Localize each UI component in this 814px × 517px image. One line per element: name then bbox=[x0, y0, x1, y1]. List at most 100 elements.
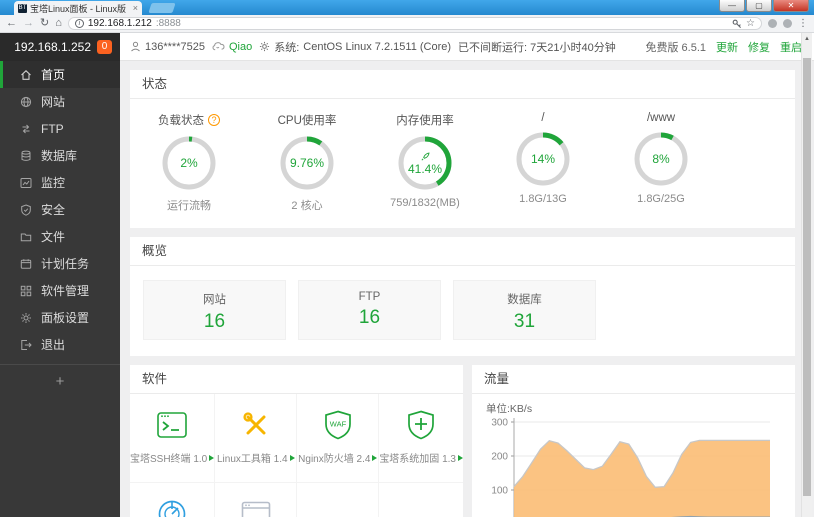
server-ip: 192.168.1.252 bbox=[14, 40, 91, 54]
sites-card[interactable]: 网站 16 bbox=[143, 280, 286, 340]
minimize-button[interactable]: — bbox=[719, 0, 745, 12]
page-scrollbar[interactable]: ▲ bbox=[801, 33, 812, 517]
waf-shield-icon: WAF bbox=[324, 410, 351, 440]
extension-icon[interactable] bbox=[768, 19, 777, 28]
database-icon bbox=[21, 150, 31, 161]
screen: BT 宝塔Linux面板 - Linux版 × — ▢ ✕ ← → ↻ ⌂ i … bbox=[0, 0, 814, 517]
restart-link[interactable]: 重启 bbox=[780, 39, 802, 55]
app-nginx-waf[interactable]: WAF Nginx防火墙 2.4 bbox=[297, 394, 380, 483]
memory-value: 41.4% bbox=[407, 161, 443, 176]
sidebar-item-app-store[interactable]: 软件管理 bbox=[0, 277, 120, 304]
sidebar-add-button[interactable]: + bbox=[0, 364, 120, 390]
load-subtitle: 运行流畅 bbox=[167, 200, 211, 212]
update-link[interactable]: 更新 bbox=[716, 39, 738, 55]
traffic-panel: 流量 单位:KB/s 100 200 300 bbox=[472, 365, 795, 517]
traffic-panel-title: 流量 bbox=[472, 365, 795, 394]
disk-root-value: 14% bbox=[530, 152, 556, 166]
database-card[interactable]: 数据库 31 bbox=[453, 280, 596, 340]
calendar-icon bbox=[20, 258, 32, 269]
sidebar-item-home[interactable]: 首页 bbox=[0, 61, 120, 88]
open-icon bbox=[458, 454, 463, 461]
help-icon[interactable]: ? bbox=[208, 114, 220, 126]
sidebar-item-cron[interactable]: 计划任务 bbox=[0, 250, 120, 277]
overview-panel: 概览 网站 16 FTP 16 数据库 31 bbox=[130, 237, 795, 356]
software-panel-title: 软件 bbox=[130, 365, 463, 394]
refresh-icon[interactable]: ↻ bbox=[40, 18, 49, 29]
address-bar[interactable]: i 192.168.1.212 :8888 ☆ bbox=[67, 17, 762, 30]
ftp-card[interactable]: FTP 16 bbox=[298, 280, 441, 340]
app-system-hardening[interactable]: 宝塔系统加固 1.3 bbox=[379, 394, 463, 483]
memory-subtitle: 759/1832(MB) bbox=[390, 197, 460, 209]
browser-titlebar: BT 宝塔Linux面板 - Linux版 × — ▢ ✕ bbox=[0, 0, 814, 15]
logout-icon bbox=[21, 339, 32, 350]
scrollbar-thumb[interactable] bbox=[803, 58, 811, 496]
forward-icon[interactable]: → bbox=[23, 18, 34, 29]
sidebar-item-monitor[interactable]: 监控 bbox=[0, 169, 120, 196]
repair-link[interactable]: 修复 bbox=[748, 39, 770, 55]
system-info: 系统: CentOS Linux 7.2.1511 (Core) bbox=[259, 39, 451, 55]
svg-text:200: 200 bbox=[491, 452, 508, 463]
software-panel: 软件 宝塔SSH终端 1.0 Linux工具箱 1.4 WAF Nginx防火墙… bbox=[130, 365, 463, 517]
scroll-up-icon[interactable]: ▲ bbox=[802, 33, 812, 45]
terminal-icon bbox=[157, 412, 187, 438]
folder-icon bbox=[20, 233, 32, 241]
disk-www-gauge: /www 8% 1.8G/25G bbox=[602, 112, 720, 213]
shield-icon bbox=[21, 203, 31, 216]
sidebar-item-settings[interactable]: 面板设置 bbox=[0, 304, 120, 331]
status-panel: 状态 负载状态? 2% 运行流畅 CPU使用率 9.76% 2 核心 内存使用率… bbox=[130, 70, 795, 228]
transfer-icon bbox=[22, 124, 30, 133]
gear-icon bbox=[21, 312, 31, 323]
uptime-text: 已不间断运行: 7天21小时40分钟 bbox=[458, 41, 616, 54]
app-empty-cell bbox=[297, 483, 380, 517]
bt-favicon: BT bbox=[18, 3, 27, 13]
sidebar: 192.168.1.252 0 首页 网站 FTP 数据库 监控 安全 文件 计… bbox=[0, 33, 120, 517]
info-icon[interactable]: i bbox=[74, 19, 84, 28]
load-value: 2% bbox=[180, 156, 198, 170]
home-icon[interactable]: ⌂ bbox=[55, 18, 62, 29]
app-empty-cell bbox=[379, 483, 463, 517]
new-tab-button[interactable] bbox=[148, 3, 176, 13]
browser-menu-icon[interactable]: ⋮ bbox=[798, 18, 808, 29]
server-ip-header[interactable]: 192.168.1.252 0 bbox=[0, 33, 120, 61]
cpu-value: 9.76% bbox=[289, 156, 325, 170]
disk-root-subtitle: 1.8G/13G bbox=[519, 193, 567, 205]
app-linux-toolbox[interactable]: Linux工具箱 1.4 bbox=[215, 394, 298, 483]
sidebar-item-website[interactable]: 网站 bbox=[0, 88, 120, 115]
qiao-icon bbox=[212, 42, 225, 51]
app-ssh-terminal[interactable]: 宝塔SSH终端 1.0 bbox=[130, 394, 216, 483]
url-host: 192.168.1.212 bbox=[87, 18, 152, 29]
app-monitor-report[interactable] bbox=[130, 483, 216, 517]
browser-tab[interactable]: BT 宝塔Linux面板 - Linux版 × bbox=[14, 1, 142, 15]
home-icon bbox=[21, 69, 31, 80]
svg-text:100: 100 bbox=[491, 486, 508, 497]
sidebar-item-logout[interactable]: 退出 bbox=[0, 331, 120, 358]
traffic-chart: 100 200 300 bbox=[491, 418, 770, 517]
bookmark-star-icon[interactable]: ☆ bbox=[746, 18, 755, 29]
cpu-subtitle: 2 核心 bbox=[291, 200, 323, 212]
qiao-item[interactable]: Qiao bbox=[212, 41, 252, 53]
load-gauge: 负载状态? 2% 运行流畅 bbox=[130, 112, 248, 213]
sidebar-item-ftp[interactable]: FTP bbox=[0, 115, 120, 142]
tab-close-icon[interactable]: × bbox=[133, 3, 138, 13]
rocket-icon[interactable] bbox=[420, 151, 431, 162]
message-count-badge[interactable]: 0 bbox=[97, 40, 112, 54]
memory-gauge: 内存使用率 41.4% 759/1832(MB) bbox=[366, 112, 484, 213]
overview-panel-title: 概览 bbox=[130, 237, 795, 266]
maximize-button[interactable]: ▢ bbox=[746, 0, 772, 12]
tab-title: 宝塔Linux面板 - Linux版 bbox=[30, 3, 127, 14]
close-button[interactable]: ✕ bbox=[773, 0, 809, 12]
database-count: 31 bbox=[513, 311, 536, 332]
svg-text:300: 300 bbox=[491, 418, 508, 429]
account-item[interactable]: 136****7525 bbox=[130, 41, 205, 53]
back-icon[interactable]: ← bbox=[6, 18, 17, 29]
extension-icon[interactable] bbox=[783, 19, 792, 28]
app-server-tool[interactable] bbox=[215, 483, 298, 517]
window-controls: — ▢ ✕ bbox=[719, 0, 809, 12]
sites-count: 16 bbox=[203, 311, 226, 332]
disk-root-gauge: / 14% 1.8G/13G bbox=[484, 112, 602, 213]
sidebar-item-database[interactable]: 数据库 bbox=[0, 142, 120, 169]
sidebar-item-security[interactable]: 安全 bbox=[0, 196, 120, 223]
key-icon[interactable] bbox=[732, 19, 742, 29]
url-port: :8888 bbox=[155, 18, 181, 29]
sidebar-item-files[interactable]: 文件 bbox=[0, 223, 120, 250]
